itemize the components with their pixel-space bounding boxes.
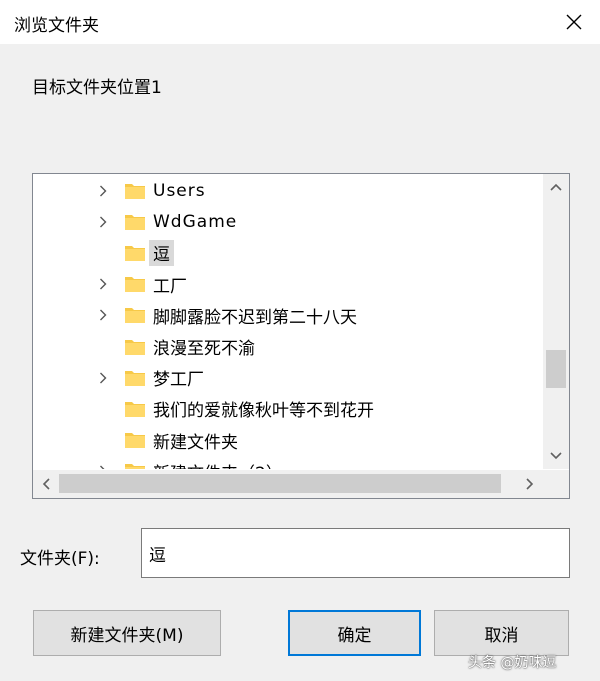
folder-icon xyxy=(124,461,146,469)
tree-item-label: 工厂 xyxy=(153,276,187,297)
folder-icon xyxy=(124,399,146,419)
tree-item-label-wrap: Users xyxy=(149,178,210,204)
expand-chevron-icon[interactable] xyxy=(95,370,111,386)
expand-chevron-icon[interactable] xyxy=(95,276,111,292)
expand-chevron-icon[interactable] xyxy=(95,183,111,199)
tree-item-label-wrap: 脚脚露脸不迟到第二十八天 xyxy=(149,302,361,328)
ok-button[interactable]: 确定 xyxy=(288,610,421,656)
horizontal-scrollbar[interactable] xyxy=(33,470,543,498)
folder-name-input[interactable] xyxy=(141,528,570,578)
expand-chevron-icon[interactable] xyxy=(95,214,111,230)
tree-item-label: 新建文件夹（2） xyxy=(153,459,283,469)
new-folder-button[interactable]: 新建文件夹(M) xyxy=(33,610,221,656)
tree-item[interactable]: 脚脚露脸不迟到第二十八天 xyxy=(33,300,543,331)
tree-item[interactable]: 梦工厂 xyxy=(33,362,543,393)
horizontal-scroll-thumb[interactable] xyxy=(59,474,501,493)
tree-item[interactable]: WdGame xyxy=(33,206,543,237)
folder-field-label: 文件夹(F): xyxy=(20,549,100,569)
tree-item[interactable]: 工厂 xyxy=(33,269,543,300)
chevron-up-icon xyxy=(550,183,562,191)
selected-item-highlight: 逗 xyxy=(149,239,174,266)
tree-item-label-wrap: 浪漫至死不渝 xyxy=(149,334,259,360)
tree-item[interactable]: 新建文件夹（2） xyxy=(33,456,543,469)
tree-item-label: 我们的爱就像秋叶等不到花开 xyxy=(153,401,374,422)
scroll-right-button[interactable] xyxy=(517,471,543,497)
tree-item-label-wrap: 新建文件夹（2） xyxy=(149,458,287,469)
chevron-left-icon xyxy=(42,478,50,490)
folder-icon xyxy=(124,181,146,201)
tree-item-label-wrap: 工厂 xyxy=(149,271,191,297)
tree-item[interactable]: 新建文件夹 xyxy=(33,425,543,456)
close-icon xyxy=(566,14,582,30)
tree-item-label: 新建文件夹 xyxy=(153,432,238,453)
tree-item-label: Users xyxy=(153,180,206,201)
folder-icon xyxy=(124,430,146,450)
vertical-scrollbar[interactable] xyxy=(543,174,569,469)
tree-item-label: 脚脚露脸不迟到第二十八天 xyxy=(153,307,357,328)
folder-icon xyxy=(124,368,146,388)
tree-item-label: 逗 xyxy=(153,245,170,266)
tree-item[interactable]: 逗 xyxy=(33,237,543,268)
scrollbar-corner xyxy=(543,470,569,498)
folder-icon xyxy=(124,243,146,263)
chevron-right-icon xyxy=(526,478,534,490)
folder-icon xyxy=(124,212,146,232)
expand-chevron-icon[interactable] xyxy=(95,463,111,469)
tree-item[interactable]: Users xyxy=(33,175,543,206)
expand-chevron-icon[interactable] xyxy=(95,307,111,323)
close-button[interactable] xyxy=(556,4,592,40)
vertical-scroll-thumb[interactable] xyxy=(546,350,566,388)
scroll-left-button[interactable] xyxy=(33,471,59,497)
tree-item-label-wrap: WdGame xyxy=(149,209,241,235)
tree-item-label: WdGame xyxy=(153,211,238,232)
folder-tree[interactable]: Users WdGame 逗工厂脚脚露脸不迟到第二十八天 浪漫至死不渝 梦工厂我们的爱就… xyxy=(32,173,570,499)
title-bar: 浏览文件夹 xyxy=(0,0,600,44)
scroll-down-button[interactable] xyxy=(543,443,569,469)
tree-item-label: 浪漫至死不渝 xyxy=(153,339,255,359)
tree-item-label: 梦工厂 xyxy=(153,370,204,391)
chevron-down-icon xyxy=(550,452,562,460)
tree-item-label-wrap: 新建文件夹 xyxy=(149,427,242,453)
folder-icon xyxy=(124,305,146,325)
tree-item-label-wrap: 梦工厂 xyxy=(149,365,208,391)
tree-item-label-wrap: 我们的爱就像秋叶等不到花开 xyxy=(149,396,378,422)
folder-icon xyxy=(124,337,146,357)
folder-tree-list: Users WdGame 逗工厂脚脚露脸不迟到第二十八天 浪漫至死不渝 梦工厂我们的爱就… xyxy=(33,174,543,469)
window-title: 浏览文件夹 xyxy=(14,16,99,36)
dialog-prompt: 目标文件夹位置1 xyxy=(32,78,162,98)
watermark: 头条 @奶味逗 xyxy=(468,655,557,671)
tree-item[interactable]: 我们的爱就像秋叶等不到花开 xyxy=(33,393,543,424)
tree-item[interactable]: 浪漫至死不渝 xyxy=(33,331,543,362)
folder-icon xyxy=(124,274,146,294)
cancel-button[interactable]: 取消 xyxy=(434,610,569,656)
scroll-up-button[interactable] xyxy=(543,174,569,200)
